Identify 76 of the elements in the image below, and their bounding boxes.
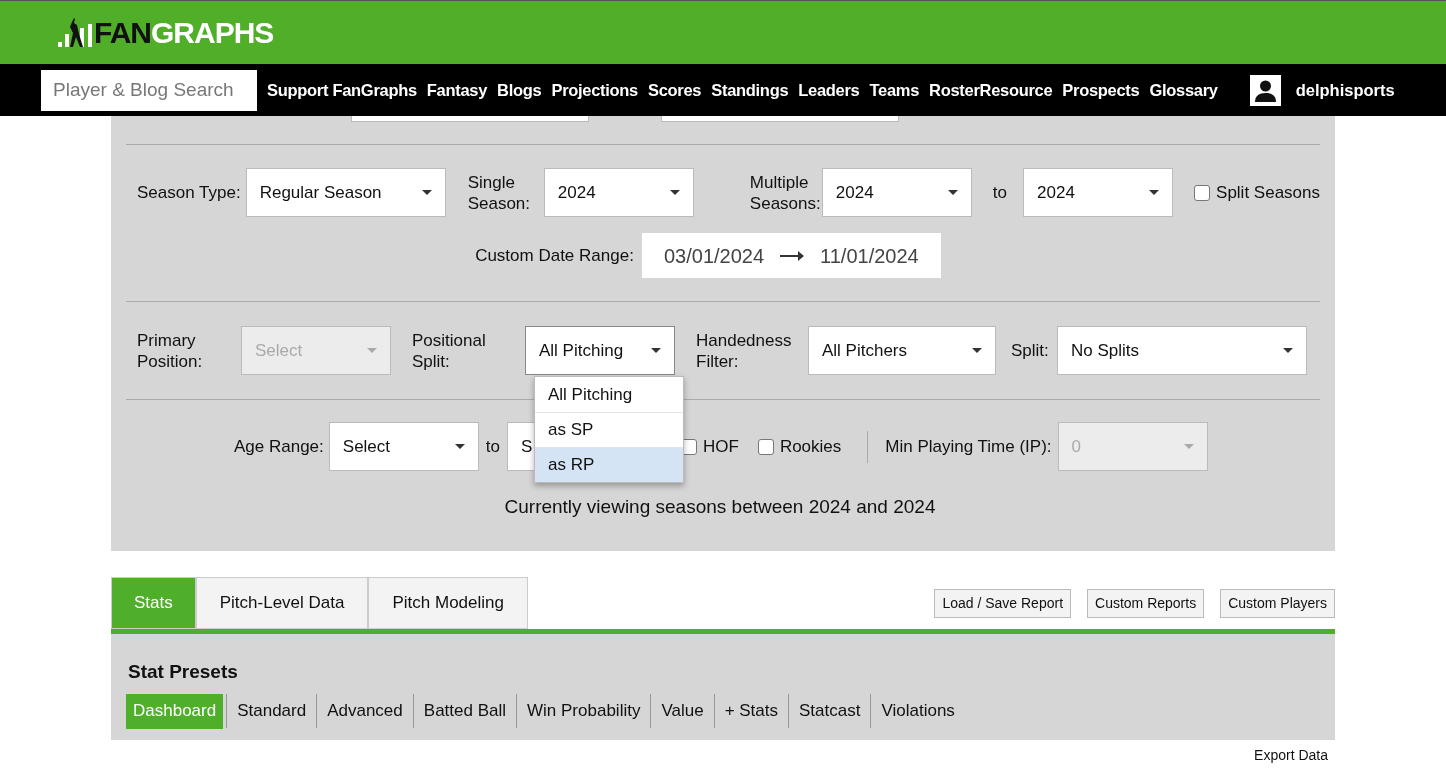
caret-icon xyxy=(972,348,982,353)
preset-button[interactable]: Standard xyxy=(230,693,314,729)
caret-icon xyxy=(651,348,661,353)
dropdown-option[interactable]: as RP xyxy=(535,447,683,482)
checkbox-label: HOF xyxy=(703,435,739,458)
nav-link[interactable]: Projections xyxy=(551,77,638,103)
dropdown-option[interactable]: as SP xyxy=(535,412,683,447)
select-dropdown[interactable]: 2024 xyxy=(821,168,972,217)
arrow-icon xyxy=(780,249,805,262)
summary-text: Currently viewing seasons between 2024 and 2024 xyxy=(503,495,937,519)
field-label: Min Playing Time (IP): xyxy=(885,436,1052,456)
select-dropdown[interactable]: No Splits xyxy=(1057,326,1307,375)
logo-text: FAN xyxy=(94,17,151,48)
nav-link[interactable]: Leaders xyxy=(798,77,860,103)
report-button[interactable]: Custom Players xyxy=(1220,589,1335,618)
field-label: to xyxy=(992,182,1008,202)
caret-icon xyxy=(947,190,958,195)
nav-link[interactable]: Blogs xyxy=(497,77,542,103)
input-field[interactable] xyxy=(351,116,589,122)
caret-icon xyxy=(669,190,680,195)
caret-icon xyxy=(1183,444,1194,449)
caret-icon xyxy=(454,444,465,449)
nav-link[interactable]: Standings xyxy=(711,77,789,103)
report-button[interactable]: Custom Reports xyxy=(1087,589,1205,618)
nav-link[interactable]: Prospects xyxy=(1062,77,1140,103)
dropdown-option[interactable]: All Pitching xyxy=(535,377,683,412)
checkbox[interactable] xyxy=(757,438,774,455)
nav-link[interactable]: RosterResource xyxy=(929,77,1053,103)
select-dropdown[interactable]: All Pitching xyxy=(525,326,675,375)
field-label: Primary Position: xyxy=(137,329,204,372)
select-dropdown[interactable]: Regular Season xyxy=(245,168,446,217)
logo-icon xyxy=(58,17,94,48)
report-button[interactable]: Load / Save Report xyxy=(934,589,1072,618)
field-label: Season Type: xyxy=(137,182,241,203)
username[interactable]: delphisports xyxy=(1295,77,1395,103)
field-label: to xyxy=(485,436,500,456)
preset-button[interactable]: Value xyxy=(654,693,711,729)
nav-link[interactable]: Glossary xyxy=(1149,77,1218,103)
tab[interactable]: Pitch-Level Data xyxy=(195,577,369,629)
tab[interactable]: Pitch Modeling xyxy=(368,577,528,629)
nav-link[interactable]: Support FanGraphs xyxy=(267,77,417,103)
date-range-field[interactable]: 03/01/2024 11/01/2024 xyxy=(641,233,941,278)
field-label: Age Range: xyxy=(234,436,324,457)
nav-link[interactable]: Teams xyxy=(869,77,920,103)
caret-icon xyxy=(1149,190,1160,195)
search-field[interactable]: Player & Blog Search xyxy=(41,69,257,111)
caret-icon xyxy=(421,190,432,195)
field-label: Multiple Seasons: xyxy=(749,171,820,214)
logo-text: GRAPHS xyxy=(151,17,274,48)
section-title: Stat Presets xyxy=(128,660,239,684)
preset-button[interactable]: Win Probability xyxy=(520,693,648,729)
checkbox-label: Split Seasons xyxy=(1216,181,1320,204)
preset-button[interactable]: Batted Ball xyxy=(416,693,514,729)
user-icon[interactable] xyxy=(1249,74,1281,106)
select-dropdown[interactable]: 2024 xyxy=(543,168,694,217)
field-label: Single Season: xyxy=(467,171,532,214)
preset-button[interactable]: Advanced xyxy=(320,693,410,729)
export-link[interactable]: Export Data xyxy=(1254,745,1328,766)
select-dropdown[interactable]: Select xyxy=(328,422,479,471)
caret-icon xyxy=(1283,348,1293,353)
caret-icon xyxy=(367,348,377,353)
select-dropdown[interactable]: 2024 xyxy=(1023,168,1174,217)
nav-link[interactable]: Scores xyxy=(648,77,702,103)
field-label: Positional Split: xyxy=(412,329,487,372)
preset-button[interactable]: + Stats xyxy=(717,693,785,729)
checkbox-label: Rookies xyxy=(779,435,842,458)
nav-link[interactable]: Fantasy xyxy=(426,77,488,103)
logo[interactable]: FANGRAPHS xyxy=(58,17,274,48)
field-label: Split: xyxy=(1011,340,1049,360)
select-dropdown[interactable]: All Pitchers xyxy=(808,326,996,375)
preset-button[interactable]: Statcast xyxy=(792,693,868,729)
checkbox[interactable] xyxy=(1194,184,1211,201)
input-field[interactable] xyxy=(661,116,899,122)
preset-button[interactable]: Violations xyxy=(874,693,962,729)
field-label: Handedness Filter: xyxy=(696,329,793,372)
field-label: Custom Date Range: xyxy=(475,245,634,266)
